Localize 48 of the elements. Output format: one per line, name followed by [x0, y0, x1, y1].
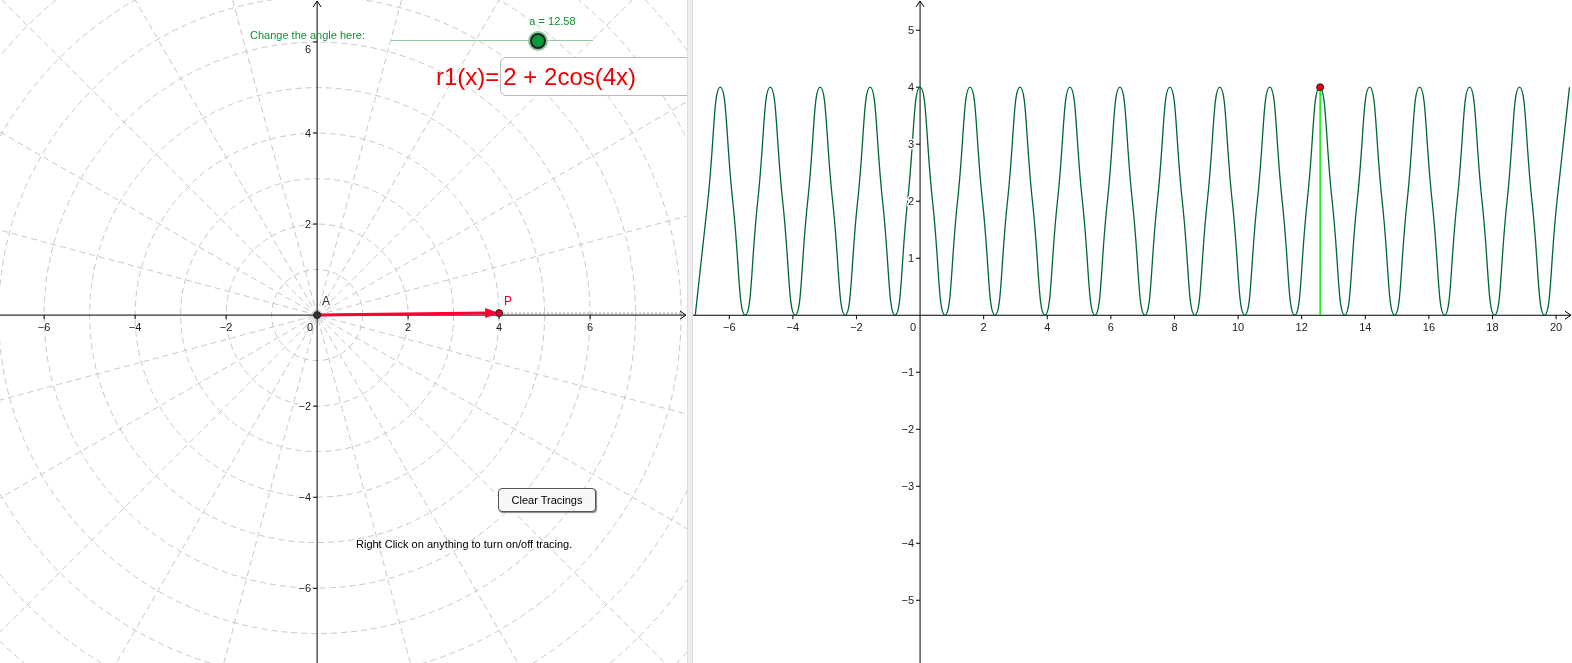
- tick-label: −4: [786, 321, 800, 334]
- tick-label: −4: [901, 537, 915, 550]
- tick-label: 5: [907, 24, 915, 37]
- tick-label: 0: [909, 321, 917, 334]
- tick-label: −5: [901, 594, 915, 607]
- clear-tracings-button[interactable]: Clear Tracings: [498, 488, 596, 512]
- tick-label: 6: [587, 321, 594, 334]
- tick-label: 4: [907, 81, 915, 94]
- angle-slider[interactable]: [391, 33, 593, 49]
- point-label: A: [322, 294, 331, 309]
- tick-label: −2: [850, 321, 863, 334]
- tick-label: −3: [901, 480, 915, 493]
- tick-label: 2: [980, 321, 987, 334]
- tick-label: 20: [1549, 321, 1563, 334]
- slider-thumb[interactable]: [530, 33, 547, 49]
- tick-label: 18: [1486, 321, 1499, 334]
- tick-label: −6: [723, 321, 736, 334]
- tick-label: −6: [298, 582, 312, 595]
- point[interactable]: [495, 309, 504, 318]
- tick-label: −2: [298, 400, 312, 413]
- tick-label: 8: [1171, 321, 1178, 334]
- tick-label: 2: [907, 195, 915, 208]
- tick-label: −4: [128, 321, 142, 334]
- slider-value: a = 12.58: [529, 14, 576, 29]
- tick-label: −4: [298, 491, 312, 504]
- tick-label: 16: [1422, 321, 1435, 334]
- point-label: P: [504, 294, 513, 309]
- tick-label: 4: [496, 321, 503, 334]
- tick-label: 4: [1044, 321, 1051, 334]
- tick-label: 4: [305, 126, 312, 139]
- point[interactable]: [1316, 83, 1325, 92]
- tick-label: 10: [1231, 321, 1245, 334]
- tick-label: 0: [307, 321, 314, 334]
- tick-label: 6: [305, 43, 312, 55]
- input-label: r1(x)=: [436, 64, 500, 89]
- function-input-field[interactable]: 2 + 2cos(4x): [500, 57, 687, 96]
- tick-label: 14: [1359, 321, 1372, 334]
- tick-label: −6: [37, 321, 51, 334]
- tick-label: 1: [907, 252, 915, 265]
- tick-label: 2: [405, 321, 412, 334]
- tracing-hint: Right Click on anything to turn on/off tracing.: [356, 537, 573, 552]
- tick-label: −2: [901, 423, 915, 436]
- tick-label: 6: [1107, 321, 1114, 334]
- tick-label: −2: [219, 321, 233, 334]
- point[interactable]: [313, 311, 322, 320]
- tick-label: −1: [901, 366, 915, 379]
- tick-label: 2: [305, 218, 312, 231]
- tick-label: 12: [1295, 321, 1308, 334]
